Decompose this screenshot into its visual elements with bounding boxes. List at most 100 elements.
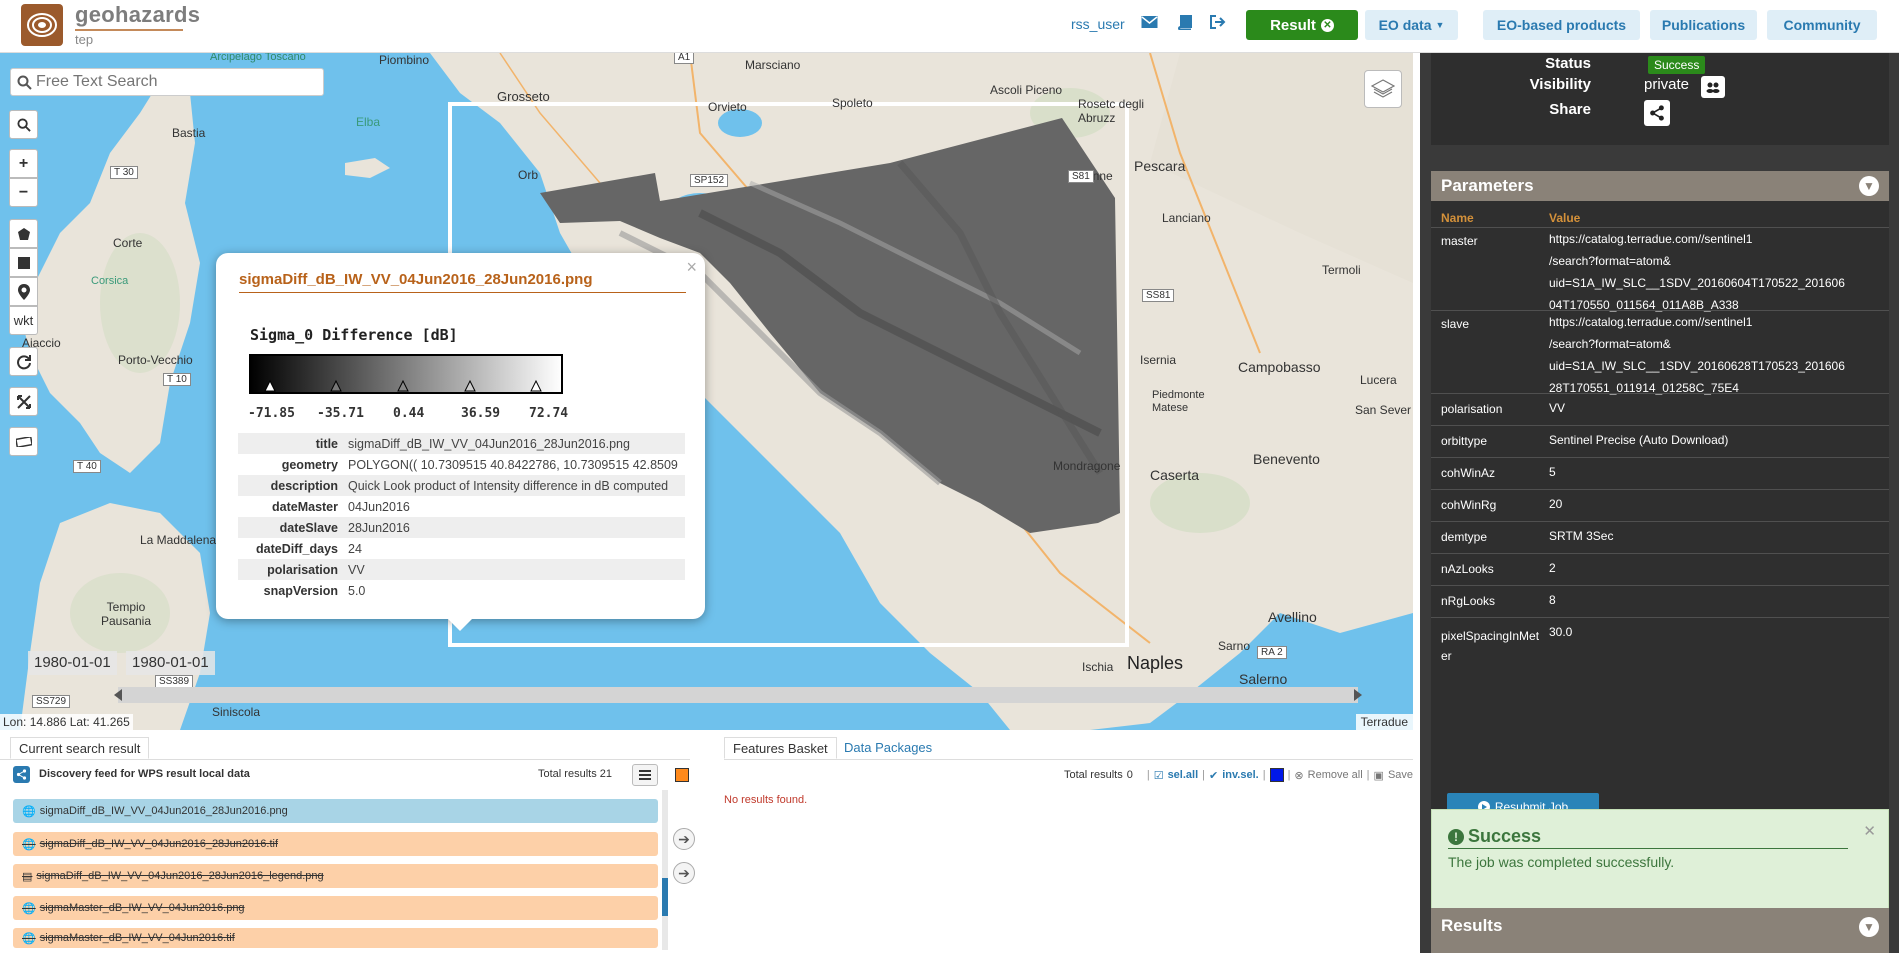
property-value: 5.0 <box>348 583 366 598</box>
date-from-chip[interactable]: 1980-01-01 <box>28 651 117 675</box>
slider-right-handle[interactable] <box>1354 689 1362 701</box>
fullscreen-button[interactable] <box>9 387 38 416</box>
map-label-arcipelago: Arcipelago Toscano <box>210 53 306 63</box>
road-shield: S81 <box>1068 170 1094 183</box>
legend-tick: 72.74 <box>529 406 569 421</box>
param-value-line: /search?format=atom& <box>1549 337 1671 351</box>
save-link[interactable]: Save <box>1388 769 1413 781</box>
map-label-corsica: Corsica <box>91 275 129 287</box>
color-swatch-blue[interactable] <box>1269 768 1284 782</box>
app-name[interactable]: geohazards <box>75 2 200 28</box>
param-value: 30.0 <box>1549 625 1573 639</box>
nav-community[interactable]: Community <box>1767 10 1877 40</box>
ruler-button[interactable] <box>9 427 38 456</box>
arrow-right-icon[interactable]: ➔ <box>673 828 695 850</box>
popup-close-icon[interactable]: × <box>686 257 697 278</box>
alert-close-icon[interactable]: ✕ <box>1863 822 1876 840</box>
invert-selection-link[interactable]: inv.sel. <box>1222 769 1258 781</box>
list-item-label: sigmaMaster_dB_IW_VV_04Jun2016.png <box>39 902 245 914</box>
draw-rectangle-button[interactable] <box>9 248 38 277</box>
param-value: 2 <box>1549 561 1556 575</box>
nav-eo-data[interactable]: EO data ▼ <box>1365 10 1458 40</box>
parameters-header[interactable]: Parameters ▼ <box>1431 171 1889 201</box>
result-button[interactable]: Result ✕ <box>1246 10 1358 40</box>
arrow-right-circle-icon[interactable]: ➔ <box>673 862 695 884</box>
param-name: master <box>1441 234 1478 248</box>
wkt-button[interactable]: wkt <box>9 306 38 335</box>
envelope-icon[interactable] <box>1141 15 1159 33</box>
property-value: 24 <box>348 541 362 556</box>
chevron-down-icon[interactable]: ▼ <box>1859 176 1879 196</box>
property-value: sigmaDiff_dB_IW_VV_04Jun2016_28Jun2016.p… <box>348 433 685 454</box>
color-swatch-orange[interactable] <box>675 768 689 782</box>
list-item[interactable]: 🌐 sigmaDiff_dB_IW_VV_04Jun2016_28Jun2016.… <box>13 832 658 856</box>
nav-publications[interactable]: Publications <box>1650 10 1757 40</box>
list-item[interactable]: 🌐 sigmaMaster_dB_IW_VV_04Jun2016.tif <box>13 928 658 948</box>
map-attribution[interactable]: Terradue <box>1355 714 1413 730</box>
col-name-header: Name <box>1441 211 1474 225</box>
results-header[interactable]: Results ▼ <box>1431 908 1889 953</box>
search-input[interactable] <box>36 73 306 91</box>
zoom-out-button[interactable]: − <box>9 178 38 207</box>
user-link[interactable]: rss_user <box>1071 16 1125 32</box>
share-icon[interactable] <box>1644 100 1670 126</box>
feature-properties-table: title sigmaDiff_dB_IW_VV_04Jun2016_28Jun2… <box>238 433 685 601</box>
sign-out-icon[interactable] <box>1210 15 1228 33</box>
time-slider[interactable] <box>114 687 1362 703</box>
globe-icon: 🌐 <box>22 838 36 851</box>
map-search-button[interactable] <box>9 110 38 139</box>
chevron-down-icon[interactable]: ▼ <box>1859 917 1879 937</box>
list-item[interactable]: 🌐 sigmaMaster_dB_IW_VV_04Jun2016.png <box>13 896 658 920</box>
remove-all-link[interactable]: Remove all <box>1308 769 1363 781</box>
legend-tick: 36.59 <box>461 406 501 421</box>
table-row: cohWinAz 5 <box>1431 457 1889 489</box>
popup-title: sigmaDiff_dB_IW_VV_04Jun2016_28Jun2016.p… <box>239 271 686 293</box>
property-key: geometry <box>281 457 338 472</box>
nav-eo-based-products[interactable]: EO-based products <box>1483 10 1640 40</box>
legend-title: Sigma_0 Difference [dB] <box>250 326 458 344</box>
param-value: 8 <box>1549 593 1556 607</box>
exclamation-circle-icon: ! <box>1448 829 1464 845</box>
select-all-link[interactable]: sel.all <box>1168 769 1199 781</box>
draw-marker-button[interactable] <box>9 277 38 306</box>
job-sidebar: Status Success Visibility private Share … <box>1420 53 1899 953</box>
map-label-orvieto: Orvieto <box>708 100 747 114</box>
legend-tick: -35.71 <box>317 406 364 421</box>
road-shield: T 30 <box>110 166 138 179</box>
results-title: Results <box>1441 916 1503 935</box>
close-circle-icon: ✕ <box>1320 18 1334 32</box>
map-label-portovecchio: Porto-Vecchio <box>118 353 193 367</box>
visibility-toggle-icon[interactable] <box>1701 76 1725 98</box>
table-row: cohWinRg 20 <box>1431 489 1889 521</box>
map-view[interactable]: Arcipelago Toscano Piombino Grosseto Mar… <box>0 53 1413 730</box>
tab-features-basket[interactable]: Features Basket <box>724 737 837 759</box>
logo-icon[interactable] <box>21 4 63 46</box>
draw-polygon-button[interactable] <box>9 219 38 248</box>
list-view-button[interactable] <box>632 764 658 786</box>
share-square-icon[interactable] <box>13 766 30 783</box>
map-label-siniscola: Siniscola <box>212 705 261 719</box>
slider-left-handle[interactable] <box>114 689 122 701</box>
table-row: nRgLooks 8 <box>1431 585 1889 617</box>
refresh-button[interactable] <box>9 347 38 376</box>
list-item[interactable]: 🌐 sigmaDiff_dB_IW_VV_04Jun2016_28Jun2016.… <box>13 799 658 823</box>
zoom-in-button[interactable]: + <box>9 149 38 178</box>
property-key: description <box>238 475 348 496</box>
map-label-termoli: Termoli <box>1322 263 1361 277</box>
search-box[interactable] <box>10 68 324 96</box>
param-name: nRgLooks <box>1441 594 1496 608</box>
table-row: snapVersion 5.0 <box>238 580 685 601</box>
map-label-grosseto: Grosseto <box>497 89 550 104</box>
share-label: Share <box>1549 101 1591 118</box>
layers-button[interactable] <box>1364 70 1402 108</box>
list-item[interactable]: ▤ sigmaDiff_dB_IW_VV_04Jun2016_28Jun2016_… <box>13 864 658 888</box>
date-to-chip[interactable]: 1980-01-01 <box>126 651 215 675</box>
total-results-label: Total results <box>538 768 597 780</box>
book-icon[interactable] <box>1177 15 1195 33</box>
tab-current-search-result[interactable]: Current search result <box>10 737 150 759</box>
file-icon: ▤ <box>22 870 33 883</box>
results-scrollbar[interactable] <box>662 790 668 950</box>
road-shield: SS81 <box>1142 289 1175 302</box>
param-name: slave <box>1441 317 1470 331</box>
tab-data-packages[interactable]: Data Packages <box>836 737 940 759</box>
